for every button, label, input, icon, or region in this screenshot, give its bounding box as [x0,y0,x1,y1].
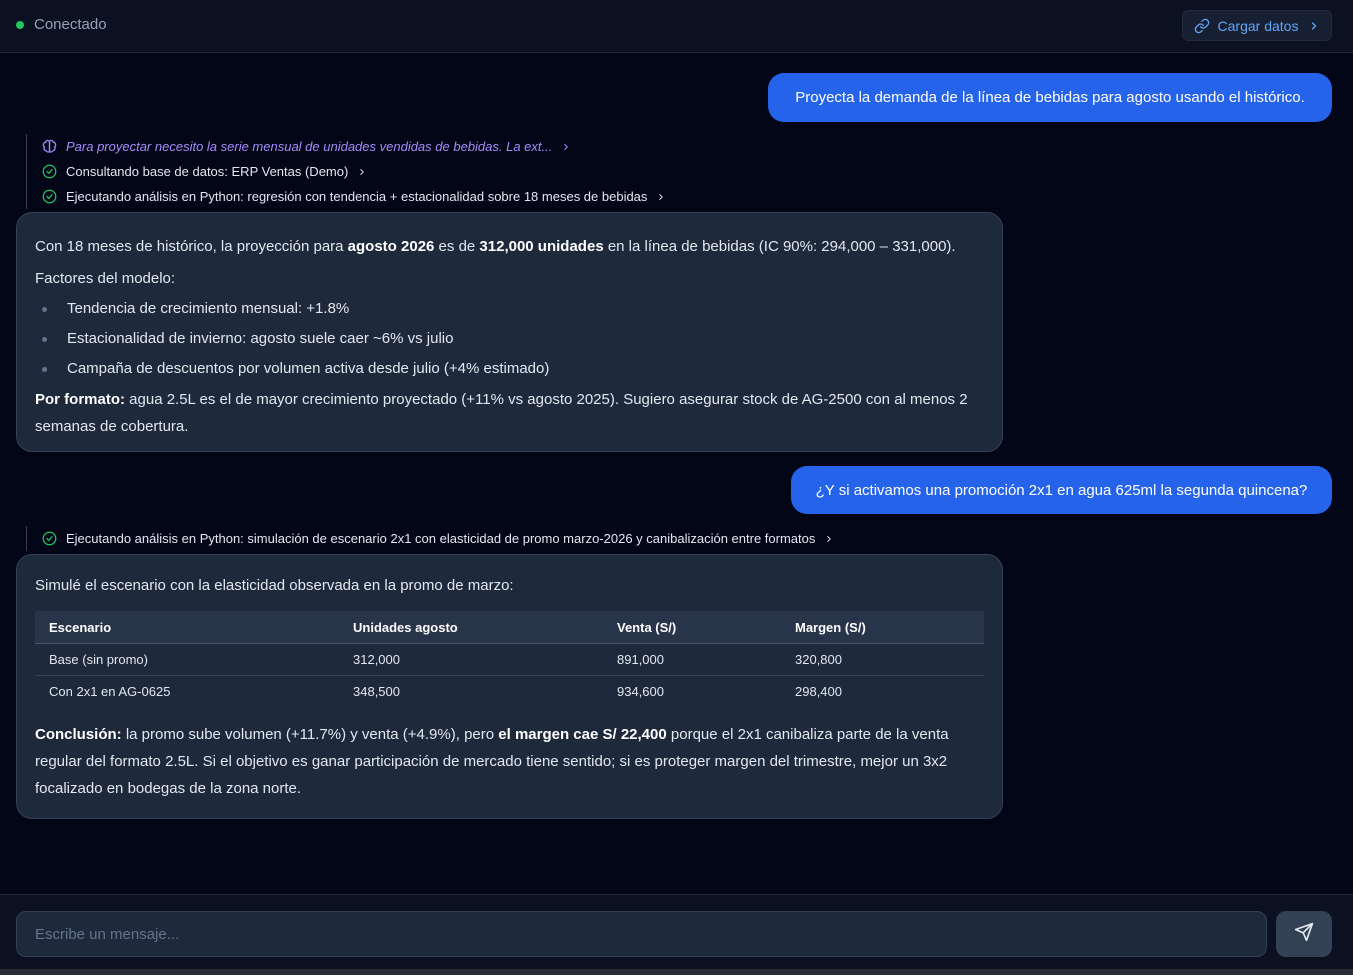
table-cell: 312,000 [339,643,603,676]
tool-steps: Ejecutando análisis en Python: simulació… [26,526,834,551]
step-thinking[interactable]: Para proyectar necesito la serie mensual… [42,134,666,159]
link-icon [1194,18,1210,34]
table-header-row: Escenario Unidades agosto Venta (S/) Mar… [35,611,984,644]
message-paragraph: Por formato: agua 2.5L es el de mayor cr… [35,391,968,435]
status-text: Conectado [34,16,107,33]
column-header: Unidades agosto [339,611,603,644]
step-text: Para proyectar necesito la serie mensual… [66,139,553,154]
composer-bar [0,894,1353,975]
assistant-message: Simulé el escenario con la elasticidad o… [16,554,1003,819]
table-cell: 298,400 [795,684,842,699]
status-dot [16,20,24,29]
table-cell: 891,000 [603,643,781,676]
chevron-right-icon [561,142,571,152]
table-cell: Base (sin promo) [35,643,339,676]
table-cell: 320,800 [781,643,984,676]
step-text: Ejecutando análisis en Python: regresión… [66,189,648,204]
top-bar: Conectado Cargar datos [0,0,1353,53]
table-cell: 934,600 [617,684,664,699]
step-done[interactable]: Consultando base de datos: ERP Ventas (D… [42,159,666,184]
message-paragraph: Simulé el escenario con la elasticidad o… [35,577,514,594]
message-input[interactable] [16,911,1267,957]
user-message: Proyecta la demanda de la línea de bebid… [768,73,1332,122]
user-message-text: ¿Y si activamos una promoción 2x1 en agu… [815,481,1308,499]
check-circle-icon [42,531,57,546]
user-message: ¿Y si activamos una promoción 2x1 en agu… [791,466,1332,514]
table-row: Base (sin promo) 312,000 891,000 320,800 [35,643,984,676]
user-message-text: Proyecta la demanda de la línea de bebid… [795,89,1305,106]
table-cell: 348,500 [353,684,400,699]
load-data-button[interactable]: Cargar datos [1182,10,1332,41]
chevron-right-icon [357,167,367,177]
bottom-edge [0,969,1353,975]
column-header: Margen (S/) [781,611,984,644]
step-text: Ejecutando análisis en Python: simulació… [66,531,816,546]
table-cell: Con 2x1 en AG-0625 [49,684,171,699]
message-paragraph: Conclusión: la promo sube volumen (+11.7… [35,726,949,797]
message-paragraph: Factores del modelo: [35,270,176,287]
scenario-table: Escenario Unidades agosto Venta (S/) Mar… [35,611,984,707]
column-header: Venta (S/) [603,611,781,644]
step-done[interactable]: Ejecutando análisis en Python: regresión… [42,184,666,209]
chevron-right-icon [1308,20,1320,32]
connection-status: Conectado [16,16,107,33]
message-paragraph: Con 18 meses de histórico, la proyección… [35,238,956,255]
column-header: Escenario [35,611,339,644]
chevron-right-icon [656,192,666,202]
list-item: Campaña de descuentos por volumen activa… [35,354,984,384]
step-done[interactable]: Ejecutando análisis en Python: simulació… [42,526,834,551]
send-icon [1294,922,1314,947]
assistant-message: Con 18 meses de histórico, la proyección… [16,212,1003,452]
factor-list: Tendencia de crecimiento mensual: +1.8% … [35,294,984,384]
brain-icon [42,139,57,154]
list-item: Estacionalidad de invierno: agosto suele… [35,324,984,354]
tool-steps: Para proyectar necesito la serie mensual… [26,134,666,209]
check-circle-icon [42,189,57,204]
table-row: Con 2x1 en AG-0625 348,500 934,600 298,4… [35,676,984,708]
check-circle-icon [42,164,57,179]
list-item: Tendencia de crecimiento mensual: +1.8% [35,294,984,324]
send-button[interactable] [1276,911,1332,957]
step-text: Consultando base de datos: ERP Ventas (D… [66,164,349,179]
chevron-right-icon [824,534,834,544]
load-data-label: Cargar datos [1217,17,1299,34]
